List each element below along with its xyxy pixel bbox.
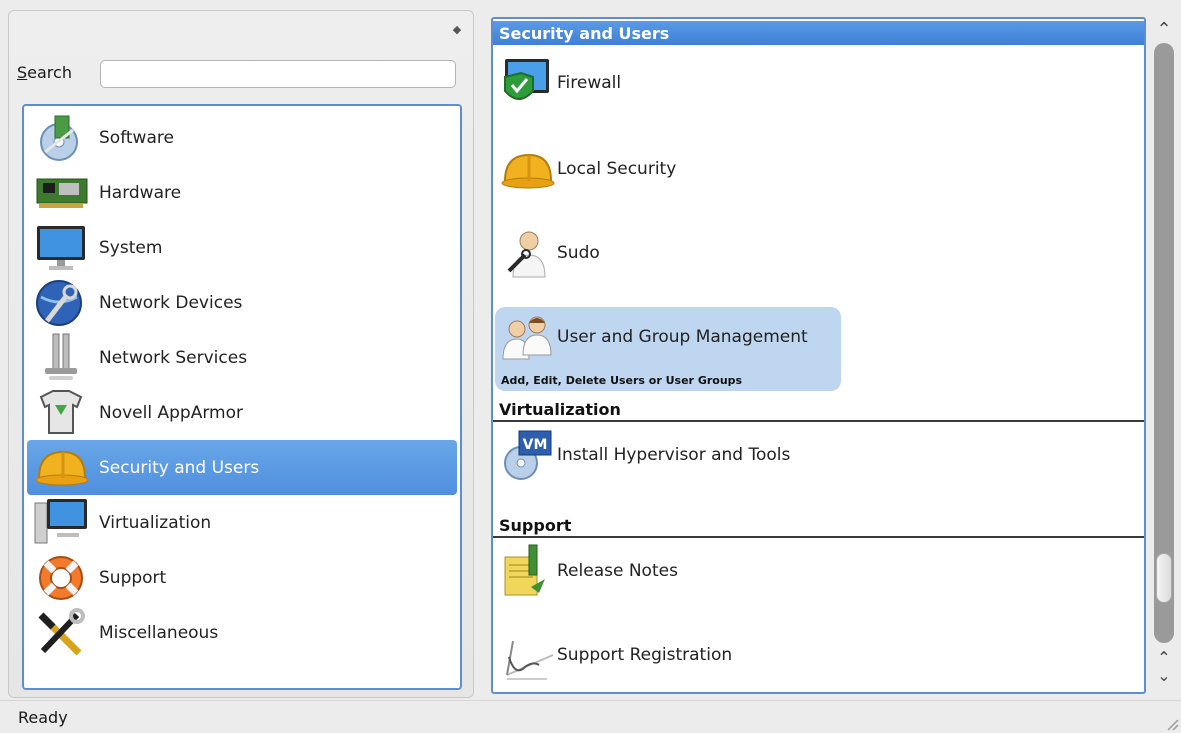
module-label: User and Group Management	[557, 327, 808, 347]
sidebar-item-label: Novell AppArmor	[99, 402, 243, 423]
resize-grip-icon[interactable]	[1165, 717, 1179, 731]
scroll-track[interactable]	[1154, 43, 1174, 643]
hardware-icon	[33, 167, 89, 219]
sidebar-item-label: System	[99, 237, 163, 258]
sidebar-item-label: Support	[99, 567, 167, 588]
module-label: Install Hypervisor and Tools	[557, 445, 791, 465]
module-firewall[interactable]: Firewall	[495, 53, 841, 113]
scroll-down-arrow-icon[interactable]: ⌄	[1150, 667, 1178, 685]
software-icon	[33, 112, 89, 164]
sidebar-item-label: Hardware	[99, 182, 182, 203]
search-input[interactable]	[100, 60, 456, 88]
sidebar-item-virtualization[interactable]: Virtualization	[27, 495, 457, 550]
vertical-scrollbar[interactable]: ⌃ ⌃ ⌄	[1150, 17, 1178, 694]
scroll-up-arrow-icon[interactable]: ⌃	[1150, 17, 1178, 43]
section-header-virtualization: Virtualization	[493, 397, 1144, 421]
network-services-icon	[33, 332, 89, 384]
firewall-icon	[499, 55, 555, 111]
user-group-icon	[499, 311, 555, 367]
sidebar-item-hardware[interactable]: Hardware	[27, 165, 457, 220]
module-install-hypervisor[interactable]: VM Install Hypervisor and Tools	[495, 425, 841, 485]
module-description: Add, Edit, Delete Users or User Groups	[501, 374, 743, 387]
apparmor-icon	[33, 387, 89, 439]
sidebar-item-miscellaneous[interactable]: Miscellaneous	[27, 605, 457, 660]
module-sudo[interactable]: Sudo	[495, 223, 841, 283]
sidebar-item-system[interactable]: System	[27, 220, 457, 275]
support-registration-icon	[499, 627, 555, 683]
search-label-mnemonic: S	[17, 63, 28, 82]
module-label: Local Security	[557, 159, 677, 179]
virtualization-icon	[33, 497, 89, 549]
module-panel: Security and Users Firewall Local Securi…	[491, 17, 1146, 694]
release-notes-icon	[499, 543, 555, 599]
section-title: Support	[499, 516, 572, 535]
sidebar-item-security-and-users[interactable]: Security and Users	[27, 440, 457, 495]
module-release-notes[interactable]: Release Notes	[495, 541, 841, 601]
module-label: Firewall	[557, 73, 622, 93]
sidebar-item-label: Network Services	[99, 347, 248, 368]
module-support-registration[interactable]: Support Registration	[495, 625, 841, 685]
pane-config-icon[interactable]: ◆	[452, 24, 462, 35]
sidebar-item-label: Software	[99, 127, 174, 148]
section-divider	[493, 420, 1144, 422]
sidebar-item-label: Network Devices	[99, 292, 243, 313]
sidebar-item-label: Miscellaneous	[99, 622, 219, 643]
module-local-security[interactable]: Local Security	[495, 139, 841, 199]
search-label: Search	[17, 63, 72, 82]
sidebar-item-apparmor[interactable]: Novell AppArmor	[27, 385, 457, 440]
network-devices-icon	[33, 277, 89, 329]
status-bar: Ready	[0, 700, 1181, 733]
hypervisor-vm-icon: VM	[499, 427, 555, 483]
status-text: Ready	[18, 708, 68, 727]
sudo-icon	[499, 225, 555, 281]
section-title: Virtualization	[499, 400, 621, 419]
search-label-rest: earch	[27, 63, 72, 82]
sidebar-item-label: Security and Users	[99, 457, 260, 478]
section-divider	[493, 536, 1144, 538]
module-label: Release Notes	[557, 561, 678, 581]
scroll-thumb[interactable]	[1156, 553, 1172, 603]
category-list: Software Hardware System Network Devices…	[22, 104, 462, 690]
sidebar-item-label: Virtualization	[99, 512, 212, 533]
module-label: Support Registration	[557, 645, 733, 665]
sidebar-item-software[interactable]: Software	[27, 110, 457, 165]
support-lifebuoy-icon	[33, 552, 89, 604]
module-label: Sudo	[557, 243, 600, 263]
miscellaneous-tools-icon	[33, 607, 89, 659]
svg-text:VM: VM	[523, 437, 548, 453]
section-header-security-and-users: Security and Users	[493, 21, 1144, 45]
local-security-icon	[499, 141, 555, 197]
system-icon	[33, 222, 89, 274]
sidebar-item-network-services[interactable]: Network Services	[27, 330, 457, 385]
sidebar-item-network-devices[interactable]: Network Devices	[27, 275, 457, 330]
security-helmet-icon	[33, 442, 89, 494]
section-header-support: Support	[493, 513, 1144, 537]
scroll-up-small-icon[interactable]: ⌃	[1150, 649, 1178, 667]
section-title: Security and Users	[499, 24, 670, 43]
sidebar-item-support[interactable]: Support	[27, 550, 457, 605]
